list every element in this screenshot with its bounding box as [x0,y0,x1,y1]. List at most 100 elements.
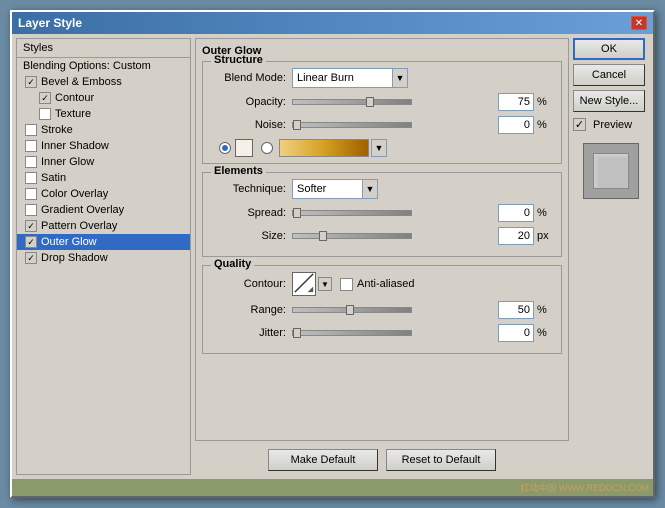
blend-mode-dropdown[interactable]: Linear Burn [292,68,392,88]
opacity-slider-track[interactable] [292,99,412,105]
reset-default-button[interactable]: Reset to Default [386,449,496,471]
opacity-unit: % [537,96,553,108]
spread-slider-thumb[interactable] [293,208,301,218]
size-slider-track[interactable] [292,233,412,239]
spread-label: Spread: [211,207,286,219]
contour-preview[interactable] [292,272,316,296]
spread-unit: % [537,207,553,219]
opacity-slider-thumb[interactable] [366,97,374,107]
layer-style-dialog: Layer Style ✕ Styles Blending Options: C… [10,10,655,498]
ok-button[interactable]: OK [573,38,645,60]
opacity-input[interactable] [498,93,534,111]
stroke-checkbox[interactable] [25,124,37,136]
spread-slider-track[interactable] [292,210,412,216]
gradient-radio[interactable] [261,142,273,154]
noise-slider-thumb[interactable] [293,120,301,130]
opacity-label: Opacity: [211,96,286,108]
range-slider-container [292,307,495,313]
color-overlay-checkbox[interactable] [25,188,37,200]
texture-checkbox[interactable] [39,108,51,120]
jitter-slider-track[interactable] [292,330,412,336]
sidebar-item-bevel-emboss[interactable]: Bevel & Emboss [17,74,190,90]
noise-unit: % [537,119,553,131]
cancel-button[interactable]: Cancel [573,64,645,86]
contour-row: Contour: ▼ Anti-aliased [211,272,553,296]
outer-glow-label: Outer Glow [41,236,97,248]
jitter-slider-thumb[interactable] [293,328,301,338]
sidebar-item-satin[interactable]: Satin [17,170,190,186]
size-slider-thumb[interactable] [319,231,327,241]
sidebar-item-drop-shadow[interactable]: Drop Shadow [17,250,190,266]
technique-arrow[interactable]: ▼ [362,179,378,199]
technique-dropdown[interactable]: Softer [292,179,362,199]
structure-group: Structure Blend Mode: Linear Burn ▼ Opac… [202,61,562,164]
close-button[interactable]: ✕ [631,16,647,30]
range-slider-thumb[interactable] [346,305,354,315]
range-unit: % [537,304,553,316]
gradient-overlay-checkbox[interactable] [25,204,37,216]
drop-shadow-label: Drop Shadow [41,252,108,264]
bevel-emboss-checkbox[interactable] [25,76,37,88]
sidebar-item-color-overlay[interactable]: Color Overlay [17,186,190,202]
sidebar-item-outer-glow[interactable]: Outer Glow [17,234,190,250]
gradient-preview[interactable] [279,139,369,157]
jitter-input[interactable] [498,324,534,342]
color-swatch-white[interactable] [235,139,253,157]
make-default-button[interactable]: Make Default [268,449,378,471]
spread-row: Spread: % [211,204,553,222]
anti-aliased-checkbox[interactable] [340,278,353,291]
bevel-emboss-label: Bevel & Emboss [41,76,122,88]
sidebar-item-pattern-overlay[interactable]: Pattern Overlay [17,218,190,234]
content-area: Outer Glow Structure Blend Mode: Linear … [195,38,569,441]
satin-label: Satin [41,172,66,184]
sidebar-item-contour[interactable]: Contour [17,90,190,106]
dialog-title: Layer Style [18,16,82,30]
opacity-slider-container [292,99,495,105]
satin-checkbox[interactable] [25,172,37,184]
noise-slider-track[interactable] [292,122,412,128]
inner-glow-checkbox[interactable] [25,156,37,168]
color-row: ▼ [219,139,553,157]
blend-mode-row: Blend Mode: Linear Burn ▼ [211,68,553,88]
size-input[interactable] [498,227,534,245]
stroke-label: Stroke [41,124,73,136]
sidebar-item-gradient-overlay[interactable]: Gradient Overlay [17,202,190,218]
range-slider-track[interactable] [292,307,412,313]
color-overlay-label: Color Overlay [41,188,108,200]
sidebar-item-stroke[interactable]: Stroke [17,122,190,138]
pattern-overlay-label: Pattern Overlay [41,220,117,232]
sidebar-item-texture[interactable]: Texture [17,106,190,122]
spread-input[interactable] [498,204,534,222]
anti-aliased-label: Anti-aliased [357,278,414,290]
blend-mode-label: Blend Mode: [211,72,286,84]
jitter-slider-container [292,330,495,336]
inner-glow-label: Inner Glow [41,156,94,168]
inner-shadow-checkbox[interactable] [25,140,37,152]
new-style-button[interactable]: New Style... [573,90,645,112]
right-panel: OK Cancel New Style... ✓ Preview [569,38,649,475]
blend-mode-value: Linear Burn [297,72,354,84]
spread-slider-container [292,210,495,216]
main-panel: Outer Glow Structure Blend Mode: Linear … [195,38,569,475]
sidebar-item-inner-shadow[interactable]: Inner Shadow [17,138,190,154]
size-label: Size: [211,230,286,242]
preview-box [583,143,639,199]
elements-group: Elements Technique: Softer ▼ Spread: [202,172,562,257]
noise-input[interactable] [498,116,534,134]
range-input[interactable] [498,301,534,319]
inner-shadow-label: Inner Shadow [41,140,109,152]
styles-header: Styles [17,39,190,58]
contour-checkbox[interactable] [39,92,51,104]
structure-group-label: Structure [211,54,266,66]
drop-shadow-checkbox[interactable] [25,252,37,264]
blend-mode-arrow[interactable]: ▼ [392,68,408,88]
technique-label: Technique: [211,183,286,195]
solid-color-radio[interactable] [219,142,231,154]
preview-checkbox[interactable]: ✓ [573,118,586,131]
contour-arrow[interactable]: ▼ [318,277,332,291]
blending-options-item[interactable]: Blending Options: Custom [17,58,190,74]
sidebar-item-inner-glow[interactable]: Inner Glow [17,154,190,170]
gradient-arrow[interactable]: ▼ [371,139,387,157]
pattern-overlay-checkbox[interactable] [25,220,37,232]
outer-glow-checkbox[interactable] [25,236,37,248]
